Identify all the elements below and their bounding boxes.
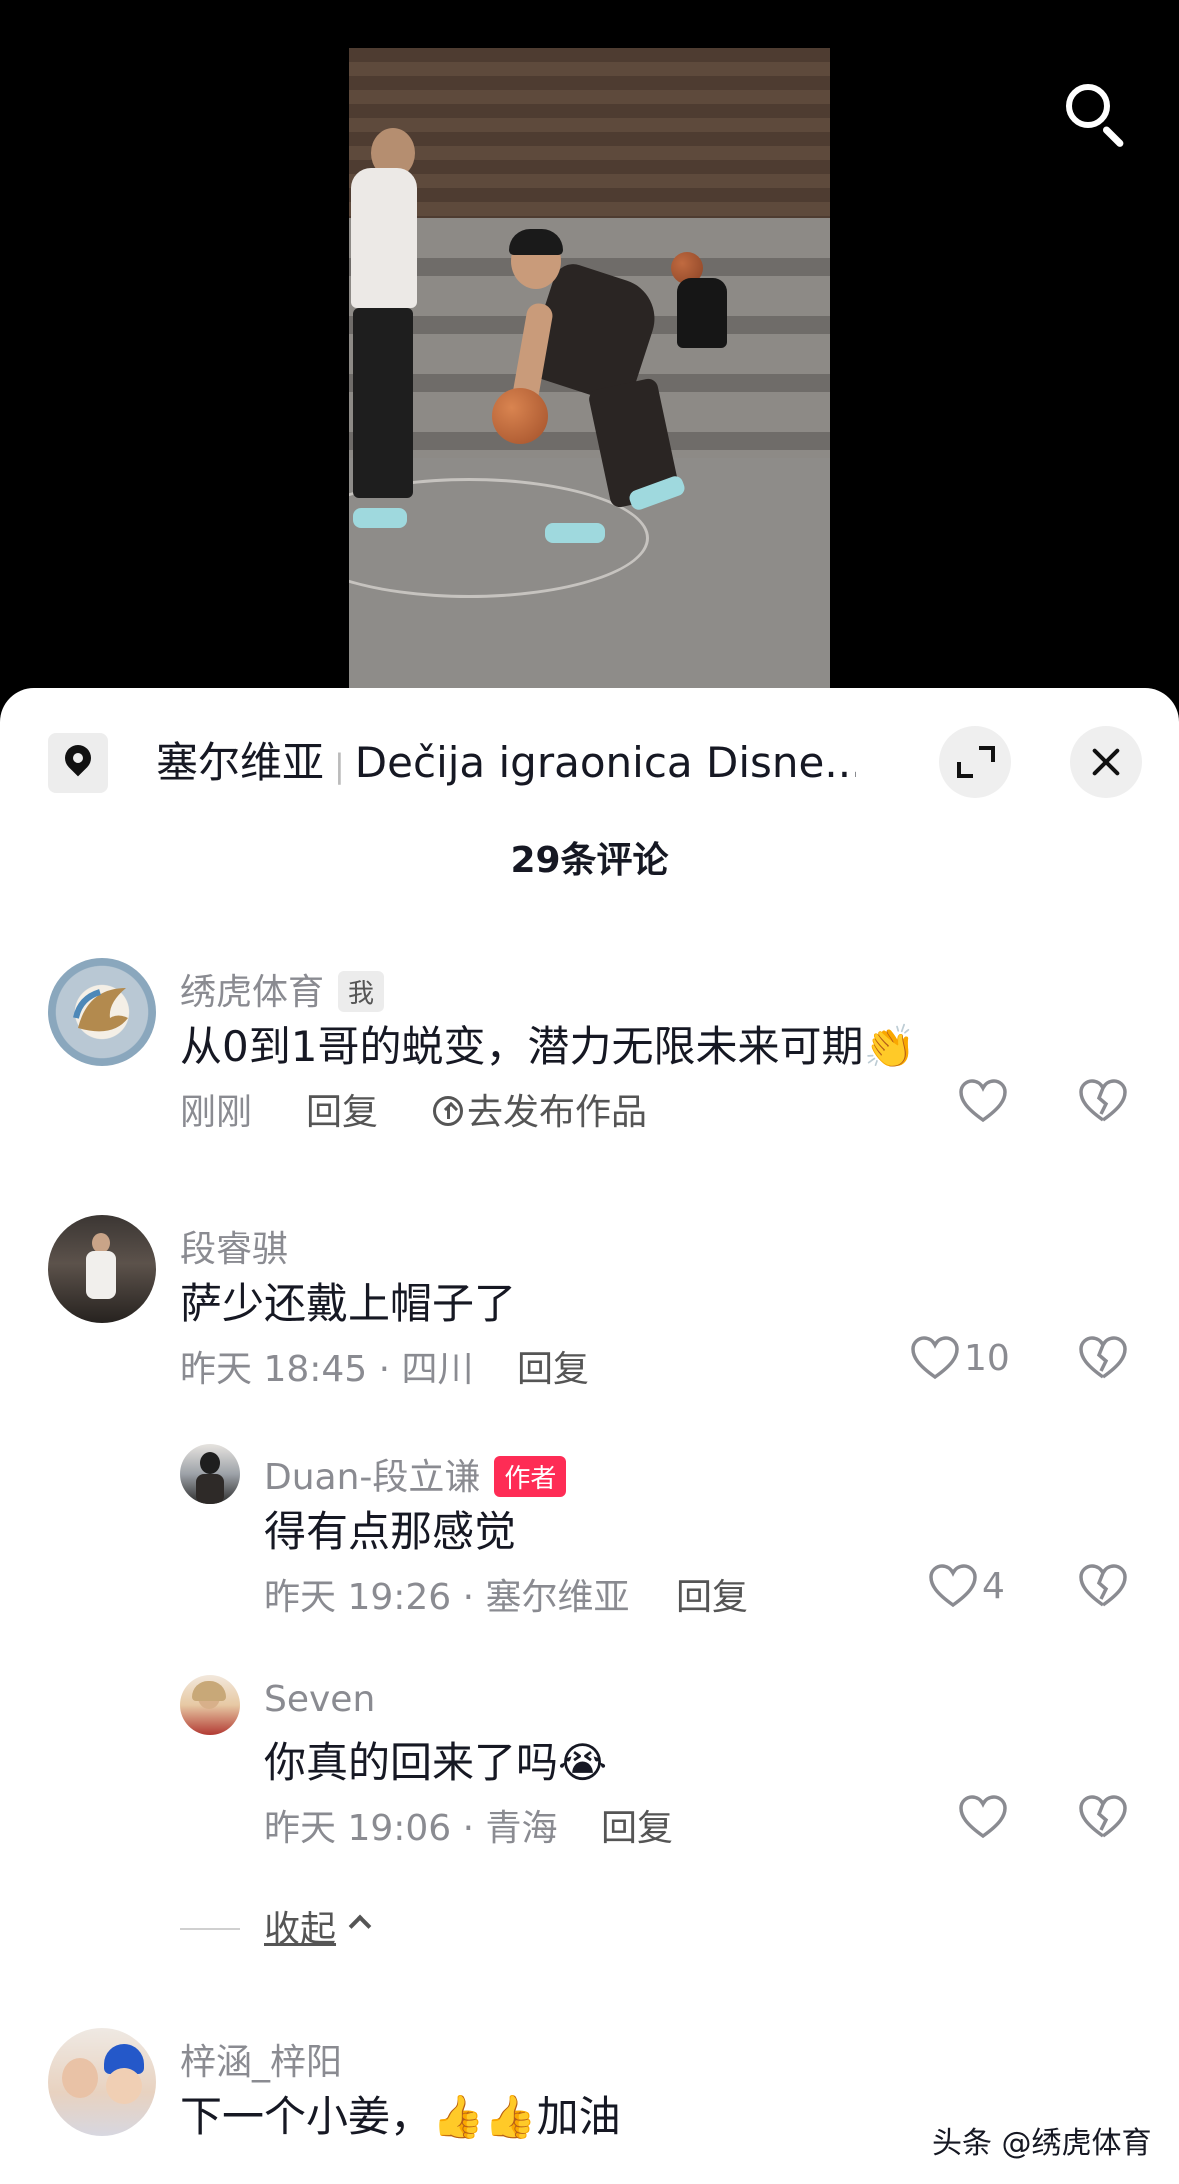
upload-icon — [433, 1096, 463, 1126]
comment-body: 从0到1哥的蜕变，潜力无限未来可期 — [180, 1022, 864, 1071]
collapse-label: 收起 — [264, 1909, 337, 1950]
comment-time: 昨天 18:45 · 四川 — [180, 1349, 474, 1390]
thumbs-up-emoji-icon: 👍👍 — [432, 2092, 537, 2141]
username-text: 绣虎体育 — [180, 972, 325, 1013]
comment-sheet: 塞尔维亚 | Dečija igraonica Disne... 29条评论 绣虎体… — [0, 688, 1179, 2184]
reply-item: Duan-段立谦 作者 得有点那感觉 昨天 19:26 · 塞尔维亚 回复 4 — [0, 1440, 1179, 1618]
heart-icon — [911, 1336, 959, 1380]
video-frame[interactable] — [349, 48, 830, 700]
video-basketball — [492, 388, 548, 444]
comment-item: 绣虎体育我 从0到1哥的蜕变，潜力无限未来可期👏 刚刚 回复 去发布作品 — [0, 953, 1179, 1133]
reply-time: 昨天 19:06 · 青海 — [264, 1808, 558, 1849]
avatar[interactable] — [48, 958, 156, 1066]
comment-count: 29条评论 — [510, 840, 669, 881]
broken-heart-icon — [1079, 1564, 1127, 1607]
reply-button[interactable]: 回复 — [517, 1340, 589, 1392]
like-button[interactable]: 10 — [910, 1335, 1010, 1389]
me-badge: 我 — [338, 970, 385, 1012]
search-icon — [1066, 84, 1110, 128]
dislike-button[interactable] — [1078, 1563, 1132, 1617]
avatar[interactable] — [48, 2028, 156, 2136]
reply-item: Seven 你真的回来了吗😭 昨天 19:06 · 青海 回复 — [0, 1671, 1179, 1849]
comment-time: 刚刚 — [180, 1092, 253, 1133]
location-country: 塞尔维亚 — [156, 738, 325, 787]
video-player[interactable] — [0, 0, 1179, 700]
avatar[interactable] — [48, 1215, 156, 1323]
dislike-button[interactable] — [1078, 1794, 1132, 1848]
comment-body-end: 加油 — [536, 2092, 621, 2141]
collapse-replies-button[interactable]: 收起 — [180, 1900, 420, 1960]
publish-work-button[interactable]: 去发布作品 — [433, 1083, 647, 1135]
chevron-up-icon — [348, 1914, 372, 1938]
reply-button[interactable]: 回复 — [306, 1083, 378, 1135]
expand-button[interactable] — [939, 726, 1011, 798]
comment-username[interactable]: 绣虎体育我 — [180, 963, 385, 1015]
watermark: 头条 @绣虎体育 — [932, 2126, 1152, 2161]
clap-emoji-icon: 👏 — [863, 1022, 916, 1071]
location-separator: | — [334, 747, 345, 785]
like-button[interactable]: 4 — [928, 1563, 1005, 1617]
comment-username[interactable]: 梓涵_梓阳 — [180, 2033, 342, 2085]
location-place: Dečija igraonica Disne... — [354, 738, 856, 787]
comment-body: 下一个小姜， — [180, 2092, 433, 2141]
avatar-logo-icon — [73, 988, 128, 1032]
location-pin-icon — [48, 733, 108, 793]
reply-button[interactable]: 回复 — [601, 1799, 673, 1851]
like-button[interactable] — [958, 1794, 1008, 1848]
avatar[interactable] — [180, 1675, 240, 1735]
dislike-button[interactable] — [1078, 1335, 1132, 1389]
collapse-divider — [180, 1928, 240, 1930]
comment-text: 从0到1哥的蜕变，潜力无限未来可期👏 — [180, 1013, 916, 1074]
reply-button[interactable]: 回复 — [676, 1568, 748, 1620]
reply-text: 得有点那感觉 — [264, 1507, 517, 1556]
heart-icon — [959, 1795, 1007, 1839]
reply-body: 你真的回来了吗 — [264, 1738, 559, 1787]
reply-time: 昨天 19:26 · 塞尔维亚 — [264, 1577, 630, 1618]
dislike-button[interactable] — [1078, 1078, 1132, 1132]
reply-text: 你真的回来了吗😭 — [264, 1729, 607, 1790]
comment-text: 萨少还戴上帽子了 — [180, 1279, 517, 1328]
avatar[interactable] — [180, 1444, 240, 1504]
video-person-defender — [349, 128, 429, 548]
close-button[interactable] — [1070, 726, 1142, 798]
broken-heart-icon — [1079, 1336, 1127, 1379]
broken-heart-icon — [1079, 1079, 1127, 1122]
like-button[interactable] — [958, 1078, 1008, 1132]
location-text[interactable]: 塞尔维亚 | Dečija igraonica Disne... — [156, 735, 856, 794]
publish-label: 去发布作品 — [467, 1092, 648, 1133]
author-badge: 作者 — [494, 1455, 567, 1497]
broken-heart-icon — [1079, 1795, 1127, 1838]
heart-icon — [929, 1564, 977, 1608]
like-count: 10 — [964, 1337, 1010, 1379]
search-button[interactable] — [1058, 78, 1138, 158]
comment-text: 下一个小姜，👍👍加油 — [180, 2083, 621, 2144]
heart-icon — [959, 1079, 1007, 1123]
like-count: 4 — [982, 1565, 1005, 1607]
crying-emoji-icon: 😭 — [558, 1738, 608, 1787]
username-text: Duan-段立谦 — [264, 1457, 481, 1498]
comment-item: 段睿骐 萨少还戴上帽子了 昨天 18:45 · 四川 回复 10 — [0, 1210, 1179, 1390]
expand-icon — [979, 746, 995, 762]
location-bar[interactable]: 塞尔维亚 | Dečija igraonica Disne... — [0, 688, 1179, 838]
reply-username[interactable]: Seven — [264, 1679, 375, 1720]
reply-username[interactable]: Duan-段立谦 作者 — [264, 1448, 567, 1500]
comment-username[interactable]: 段睿骐 — [180, 1220, 288, 1272]
